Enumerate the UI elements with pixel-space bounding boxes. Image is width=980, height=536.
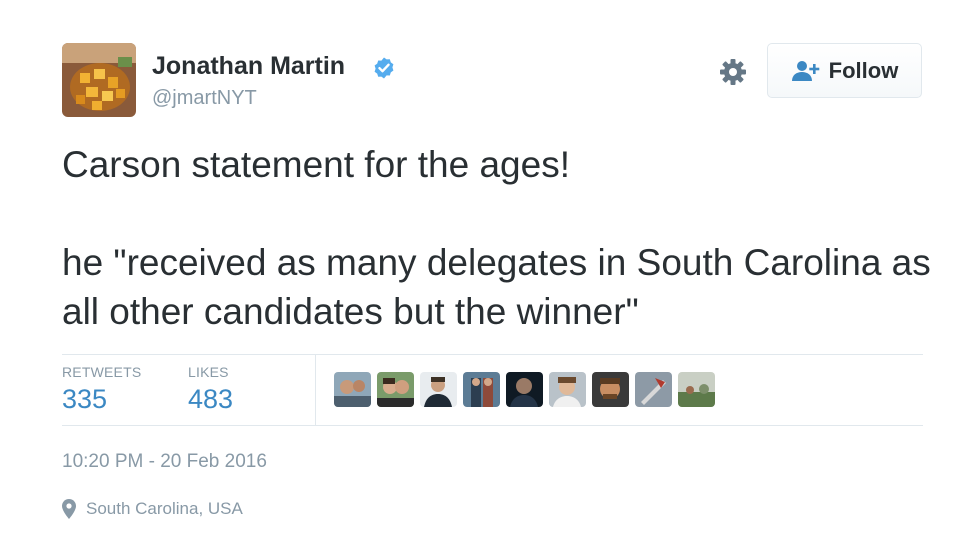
- tweet-timestamp[interactable]: 10:20 PM - 20 Feb 2016: [62, 451, 267, 473]
- liker-avatar[interactable]: [549, 372, 586, 407]
- liker-avatar[interactable]: [506, 372, 543, 407]
- likes-label: LIKES: [188, 364, 229, 380]
- gear-icon[interactable]: [719, 58, 747, 86]
- liker-avatar[interactable]: [420, 372, 457, 407]
- add-user-icon: [791, 60, 819, 81]
- location-pin-icon: [62, 499, 76, 519]
- likers-avatars: [334, 372, 721, 407]
- likes-count[interactable]: 483: [188, 384, 233, 415]
- likes-stat[interactable]: LIKES 483: [188, 364, 233, 415]
- follow-label: Follow: [828, 57, 899, 83]
- retweets-stat[interactable]: RETWEETS 335: [62, 364, 141, 415]
- liker-avatar[interactable]: [592, 372, 629, 407]
- tweet-line-2: he "received as many delegates in South …: [62, 242, 931, 332]
- stats-bottom-divider: [62, 425, 923, 426]
- tweet-line-1: Carson statement for the ages!: [62, 144, 570, 185]
- stats-vertical-divider: [315, 355, 316, 425]
- liker-avatar[interactable]: [635, 372, 672, 407]
- tweet-text: Carson statement for the ages! he "recei…: [62, 140, 942, 336]
- liker-avatar[interactable]: [334, 372, 371, 407]
- stats-top-divider: [62, 354, 923, 355]
- author-handle[interactable]: @jmartNYT: [152, 87, 257, 110]
- author-name[interactable]: Jonathan Martin: [152, 52, 345, 81]
- retweets-count[interactable]: 335: [62, 384, 141, 415]
- tweet-location[interactable]: South Carolina, USA: [62, 499, 243, 519]
- avatar-food-photo: [62, 43, 136, 117]
- liker-avatar[interactable]: [463, 372, 500, 407]
- location-text: South Carolina, USA: [86, 499, 243, 518]
- retweets-label: RETWEETS: [62, 364, 142, 380]
- verified-badge-icon: [374, 57, 394, 79]
- follow-button[interactable]: Follow: [767, 43, 922, 98]
- liker-avatar[interactable]: [678, 372, 715, 407]
- avatar[interactable]: [62, 43, 136, 117]
- liker-avatar[interactable]: [377, 372, 414, 407]
